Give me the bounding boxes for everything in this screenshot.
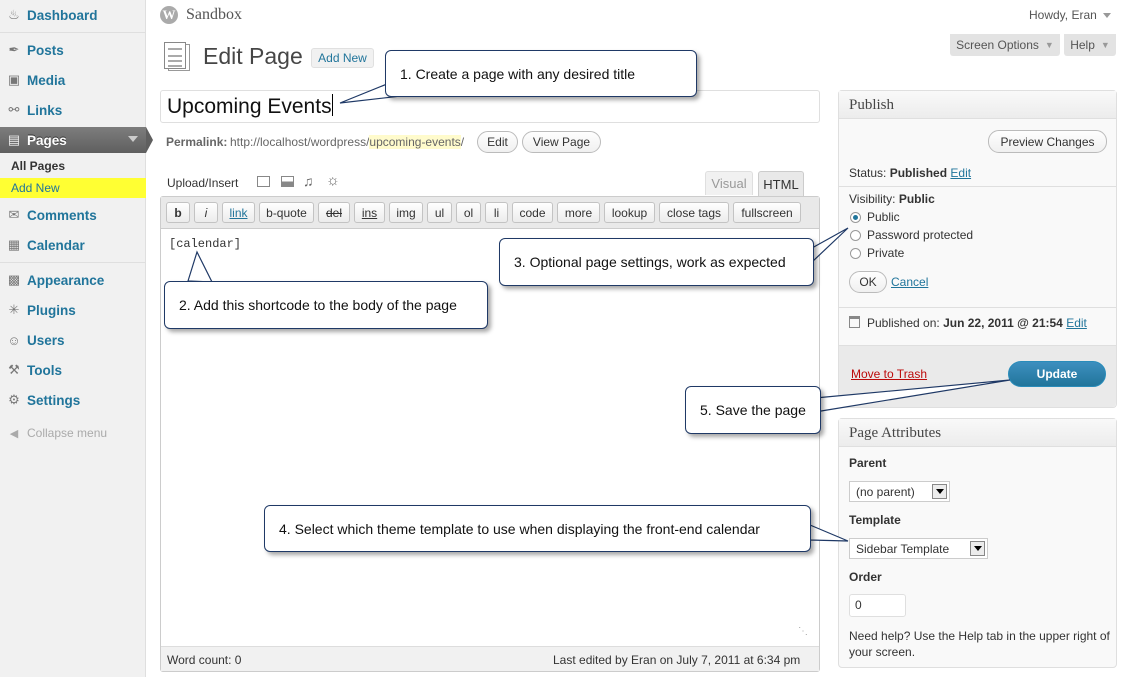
callout-1: 1. Create a page with any desired title [385,50,697,97]
callout-4: 4. Select which theme template to use wh… [264,505,811,552]
callout-3: 3. Optional page settings, work as expec… [499,238,814,286]
callout-5: 5. Save the page [685,386,821,434]
callout-2: 2. Add this shortcode to the body of the… [164,281,488,329]
callout-pointers [187,81,1011,542]
